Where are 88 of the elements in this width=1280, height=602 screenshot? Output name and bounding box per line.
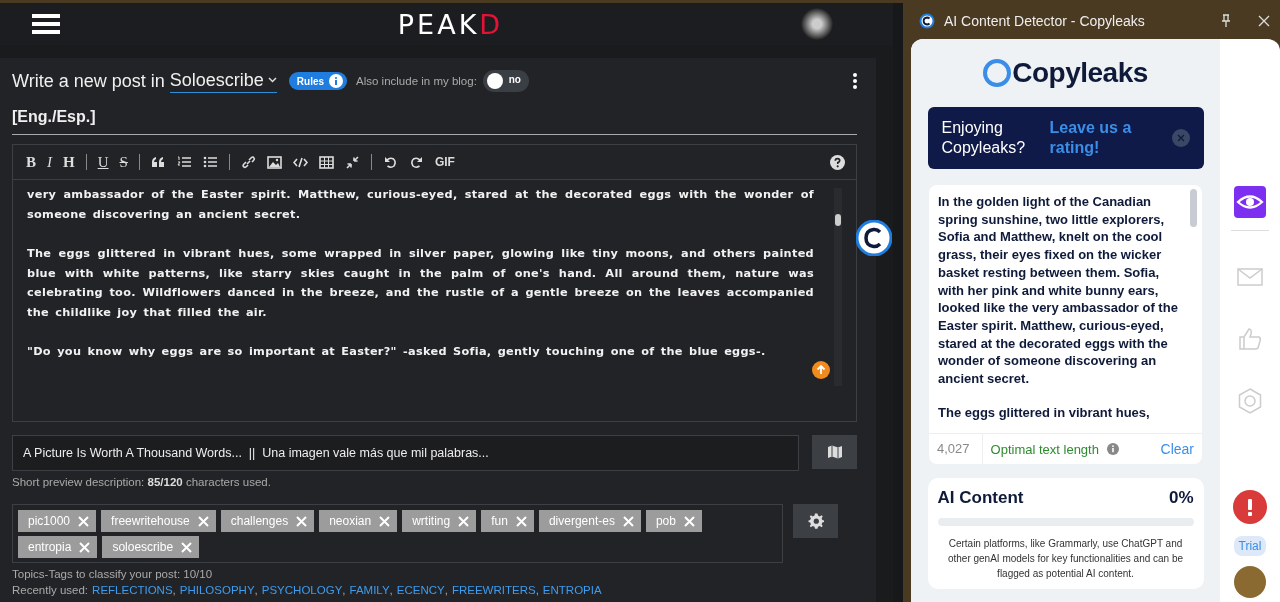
- map-icon: [826, 444, 843, 460]
- settings-button[interactable]: [793, 504, 838, 538]
- scrollbar[interactable]: [834, 188, 842, 386]
- post-title-field[interactable]: [Eng./Esp.]: [12, 108, 857, 135]
- comma-separator: ,: [342, 584, 346, 596]
- rules-button[interactable]: Rules: [288, 72, 348, 90]
- tags-field[interactable]: pic1000 freewritehouse challenges neoxian wrtiting fun divergent-es pob entropia soloescribe: [12, 504, 783, 563]
- window-title: AI Content Detector - Copyleaks: [944, 13, 1145, 29]
- table-icon[interactable]: [318, 154, 334, 170]
- image-icon[interactable]: [266, 154, 282, 170]
- link-icon[interactable]: [240, 154, 256, 170]
- description-field[interactable]: A Picture Is Worth A Thousand Words... || Una imagen vale más que mil palabras...: [12, 435, 799, 471]
- bold-button[interactable]: B: [26, 153, 36, 171]
- tag-chip[interactable]: divergent-es: [538, 510, 641, 532]
- heading-button[interactable]: H: [63, 153, 75, 171]
- recent-tag-link[interactable]: ECENCY: [396, 584, 445, 596]
- redo-icon[interactable]: [408, 154, 424, 170]
- tag-chip[interactable]: soloescribe: [102, 536, 200, 558]
- ai-content-title: AI Content: [937, 488, 1024, 508]
- description-hint: Short preview description: 85/120 characters used.: [12, 476, 272, 488]
- map-button[interactable]: [812, 435, 857, 469]
- quote-icon[interactable]: [150, 154, 166, 170]
- comma-separator: ,: [444, 584, 448, 596]
- ai-content-note: Certain platforms, like Grammarly, use ChatGPT and other genAI models for key functionalities and can be flagged as potential AI content.: [946, 537, 1185, 581]
- body-paragraph: very ambassador of the Easter spirit. Matthew, curious-eyed, stared at the decorated eggs with the wonder of someone discovering an ancient secret.: [27, 187, 814, 223]
- page-title: Write a new post in: [12, 70, 165, 92]
- eye-tab[interactable]: [1234, 186, 1266, 218]
- trial-badge[interactable]: Trial: [1233, 536, 1267, 556]
- community-dropdown[interactable]: Soloescribe: [169, 69, 277, 93]
- tag-chip[interactable]: entropia: [18, 536, 98, 558]
- copyleaks-icon[interactable]: [856, 220, 892, 256]
- blog-toggle-label: Also include in my blog:: [356, 75, 477, 87]
- pin-icon[interactable]: [1221, 14, 1231, 28]
- rating-link[interactable]: Leave us a rating!: [1049, 118, 1160, 158]
- user-avatar[interactable]: [801, 8, 833, 40]
- alert-icon[interactable]: [1233, 490, 1267, 524]
- copyleaks-icon: [919, 13, 935, 29]
- body-paragraph: "Do you know why eggs are so important at Easter?" -asked Sofia, gently touching one of the blue eggs-.: [27, 344, 767, 360]
- text-paragraph: In the golden light of the Canadian spring sunshine, two little explorers, Sofia and Matthew, knelt on the cool grass, their eyes fixed on the wicker basket resting between them. Sofia, with her pink and white bunny ears, looked like the very ambassador of the Easter spirit. Matthew, curious-eyed, stared at the decorated eggs with the wonder of someone discovering an ancient secret.: [938, 193, 1179, 388]
- tag-chip[interactable]: freewritehouse: [101, 510, 216, 532]
- recent-tag-link[interactable]: ENTROPIA: [542, 584, 602, 596]
- clear-button[interactable]: Clear: [1160, 441, 1194, 457]
- menu-icon[interactable]: [32, 13, 60, 35]
- gif-button[interactable]: GIF: [434, 155, 455, 169]
- tag-chip[interactable]: challenges: [220, 510, 315, 532]
- tag-chip[interactable]: fun: [481, 510, 534, 532]
- underline-button[interactable]: U: [97, 153, 109, 171]
- recent-tag-link[interactable]: REFLECTIONS: [92, 584, 173, 596]
- close-icon[interactable]: [1258, 15, 1270, 27]
- comma-separator: ,: [535, 584, 539, 596]
- body-paragraph: The eggs glittered in vibrant hues, some wrapped in silver paper, glowing like tiny moons, and others painted blue with white patterns, like starry skies caught in the palm of one's hand. All around them, nature was celebrating too. Wildflowers danced in the breeze, and the rustle of a gentle breeze on the leaves accompanied the childlike joy that filled the air.: [27, 246, 814, 321]
- caret-icon: [267, 77, 277, 83]
- info-icon: [1106, 443, 1119, 455]
- tag-chip[interactable]: pic1000: [18, 510, 97, 532]
- length-status: Optimal text length: [990, 441, 1099, 457]
- recent-tags-label: Recently used:: [12, 584, 89, 596]
- banner-text: Enjoying Copyleaks?: [941, 118, 1027, 158]
- scrollbar[interactable]: [1190, 189, 1197, 227]
- collapse-arrows-icon[interactable]: [344, 154, 360, 170]
- tags-hint: Topics-Tags to classify your post: 10/10: [12, 568, 214, 580]
- peakd-logo[interactable]: PEAKD: [397, 8, 504, 40]
- copyleaks-logo: Copyleaks: [983, 53, 1148, 93]
- help-icon[interactable]: [830, 154, 845, 170]
- settings-icon: [807, 513, 824, 529]
- bullet-list-icon[interactable]: [202, 154, 218, 170]
- tag-chip[interactable]: wrtiting: [402, 510, 477, 532]
- more-options-icon[interactable]: [853, 73, 857, 89]
- info-icon: [329, 74, 344, 88]
- recent-tag-link[interactable]: FREEWRITERS: [451, 584, 536, 596]
- numbered-list-icon[interactable]: [176, 154, 192, 170]
- scroll-up-icon[interactable]: [812, 361, 830, 379]
- logo-ring-icon: [983, 59, 1012, 87]
- recent-tag-link[interactable]: PHILOSOPHY: [179, 584, 255, 596]
- italic-button[interactable]: I: [47, 153, 52, 171]
- comma-separator: ,: [172, 584, 176, 596]
- blog-toggle[interactable]: no: [482, 70, 529, 92]
- recent-tag-link[interactable]: PSYCHOLOGY: [261, 584, 343, 596]
- character-count: 4,027: [937, 434, 983, 464]
- ai-content-percent: 0%: [1168, 488, 1194, 508]
- recent-tag-link[interactable]: FAMILY: [349, 584, 390, 596]
- tag-chip[interactable]: neoxian: [319, 510, 398, 532]
- text-paragraph: The eggs glittered in vibrant hues,: [938, 403, 1151, 422]
- undo-icon[interactable]: [382, 154, 398, 170]
- user-avatar[interactable]: [1234, 566, 1266, 598]
- tag-chip[interactable]: pob: [645, 510, 702, 532]
- comma-separator: ,: [389, 584, 393, 596]
- comma-separator: ,: [254, 584, 258, 596]
- strike-button[interactable]: S: [119, 153, 128, 171]
